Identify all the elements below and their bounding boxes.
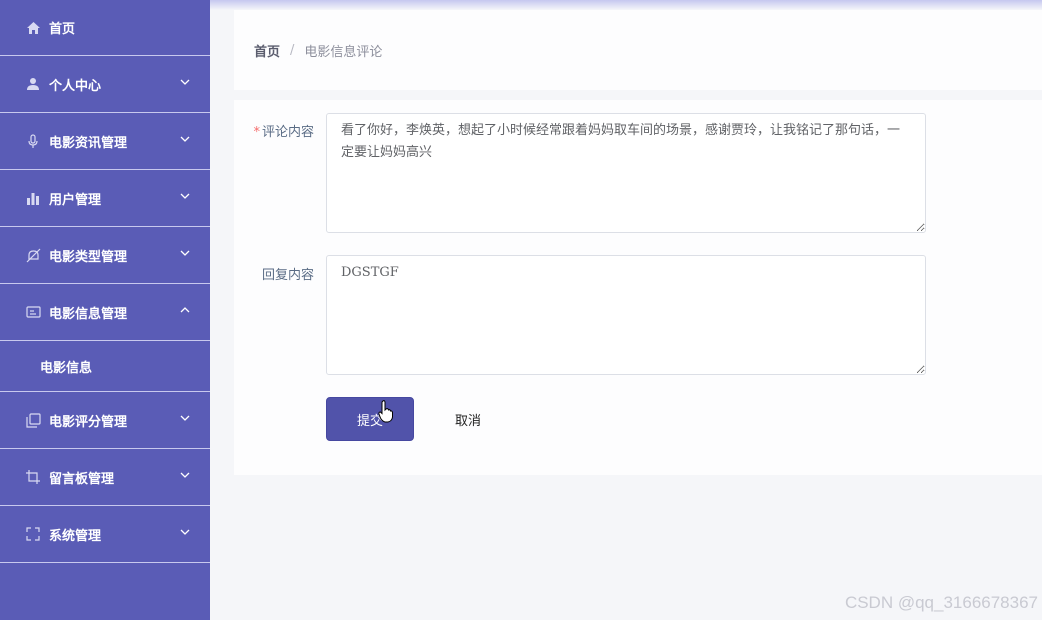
chevron-down-icon [178,189,192,203]
sidebar: 首页 个人中心 电影资讯管理 用户管理 电影类型管理 电影信息管理 电影信息 电… [0,0,210,620]
chevron-down-icon [178,75,192,89]
watermark: CSDN @qq_3166678367 [844,593,1038,612]
breadcrumb-panel: 首页 / 电影信息评论 [234,10,1042,90]
reply-textarea[interactable]: DGSTGF [326,255,926,375]
reply-label: 回复内容 [261,268,314,283]
submit-button[interactable]: 提交 [326,397,414,441]
sidebar-item-message-board[interactable]: 留言板管理 [0,449,210,506]
sidebar-item-movie-news[interactable]: 电影资讯管理 [0,113,210,170]
bell-off-icon [24,246,42,264]
crop-icon [24,468,42,486]
sidebar-item-user-management[interactable]: 用户管理 [0,170,210,227]
sidebar-item-label: 电影评分管理 [49,414,128,430]
chevron-up-icon [178,303,192,317]
top-bar [210,0,1042,10]
chevron-down-icon [178,411,192,425]
required-mark: * [253,125,260,140]
chevron-down-icon [178,468,192,482]
breadcrumb-separator: / [290,43,295,58]
comment-textarea[interactable]: 看了你好，李焕英，想起了小时候经常跟着妈妈取车间的场景，感谢贾玲，让我铭记了那句… [326,113,926,233]
breadcrumb: 首页 / 电影信息评论 [254,41,382,60]
home-icon [24,19,42,37]
sidebar-item-movie-type[interactable]: 电影类型管理 [0,227,210,284]
sidebar-item-label: 电影类型管理 [49,249,128,265]
chevron-down-icon [178,246,192,260]
id-card-icon [24,303,42,321]
bar-chart-icon [24,189,42,207]
sidebar-item-movie-info[interactable]: 电影信息管理 [0,284,210,341]
chevron-down-icon [178,132,192,146]
sidebar-item-label: 个人中心 [49,78,102,94]
sidebar-item-label: 系统管理 [49,528,102,544]
comment-label-text: 评论内容 [261,125,314,140]
sidebar-item-system[interactable]: 系统管理 [0,506,210,563]
breadcrumb-home[interactable]: 首页 [254,41,280,60]
comment-form: * 评论内容 看了你好，李焕英，想起了小时候经常跟着妈妈取车间的场景，感谢贾玲，让… [234,100,1042,475]
sidebar-item-movie-rating[interactable]: 电影评分管理 [0,392,210,449]
user-icon [24,75,42,93]
copy-icon [24,411,42,429]
mouse-cursor-icon [378,400,394,428]
sidebar-item-label: 电影信息管理 [49,306,128,322]
sidebar-item-label: 用户管理 [49,192,102,208]
sidebar-subitem-label: 电影信息 [40,360,93,376]
fullscreen-icon [24,525,42,543]
sidebar-subitem-movie-info[interactable]: 电影信息 [0,341,210,392]
sidebar-item-label: 留言板管理 [49,471,115,487]
sidebar-item-label: 首页 [49,22,76,37]
microphone-icon [24,132,42,150]
sidebar-item-label: 电影资讯管理 [49,135,128,151]
breadcrumb-current: 电影信息评论 [304,45,383,60]
comment-label: * 评论内容 [234,121,314,140]
sidebar-item-home[interactable]: 首页 [0,0,210,56]
chevron-down-icon [178,525,192,539]
sidebar-item-personal-center[interactable]: 个人中心 [0,56,210,113]
cancel-button[interactable]: 取消 [434,397,502,441]
